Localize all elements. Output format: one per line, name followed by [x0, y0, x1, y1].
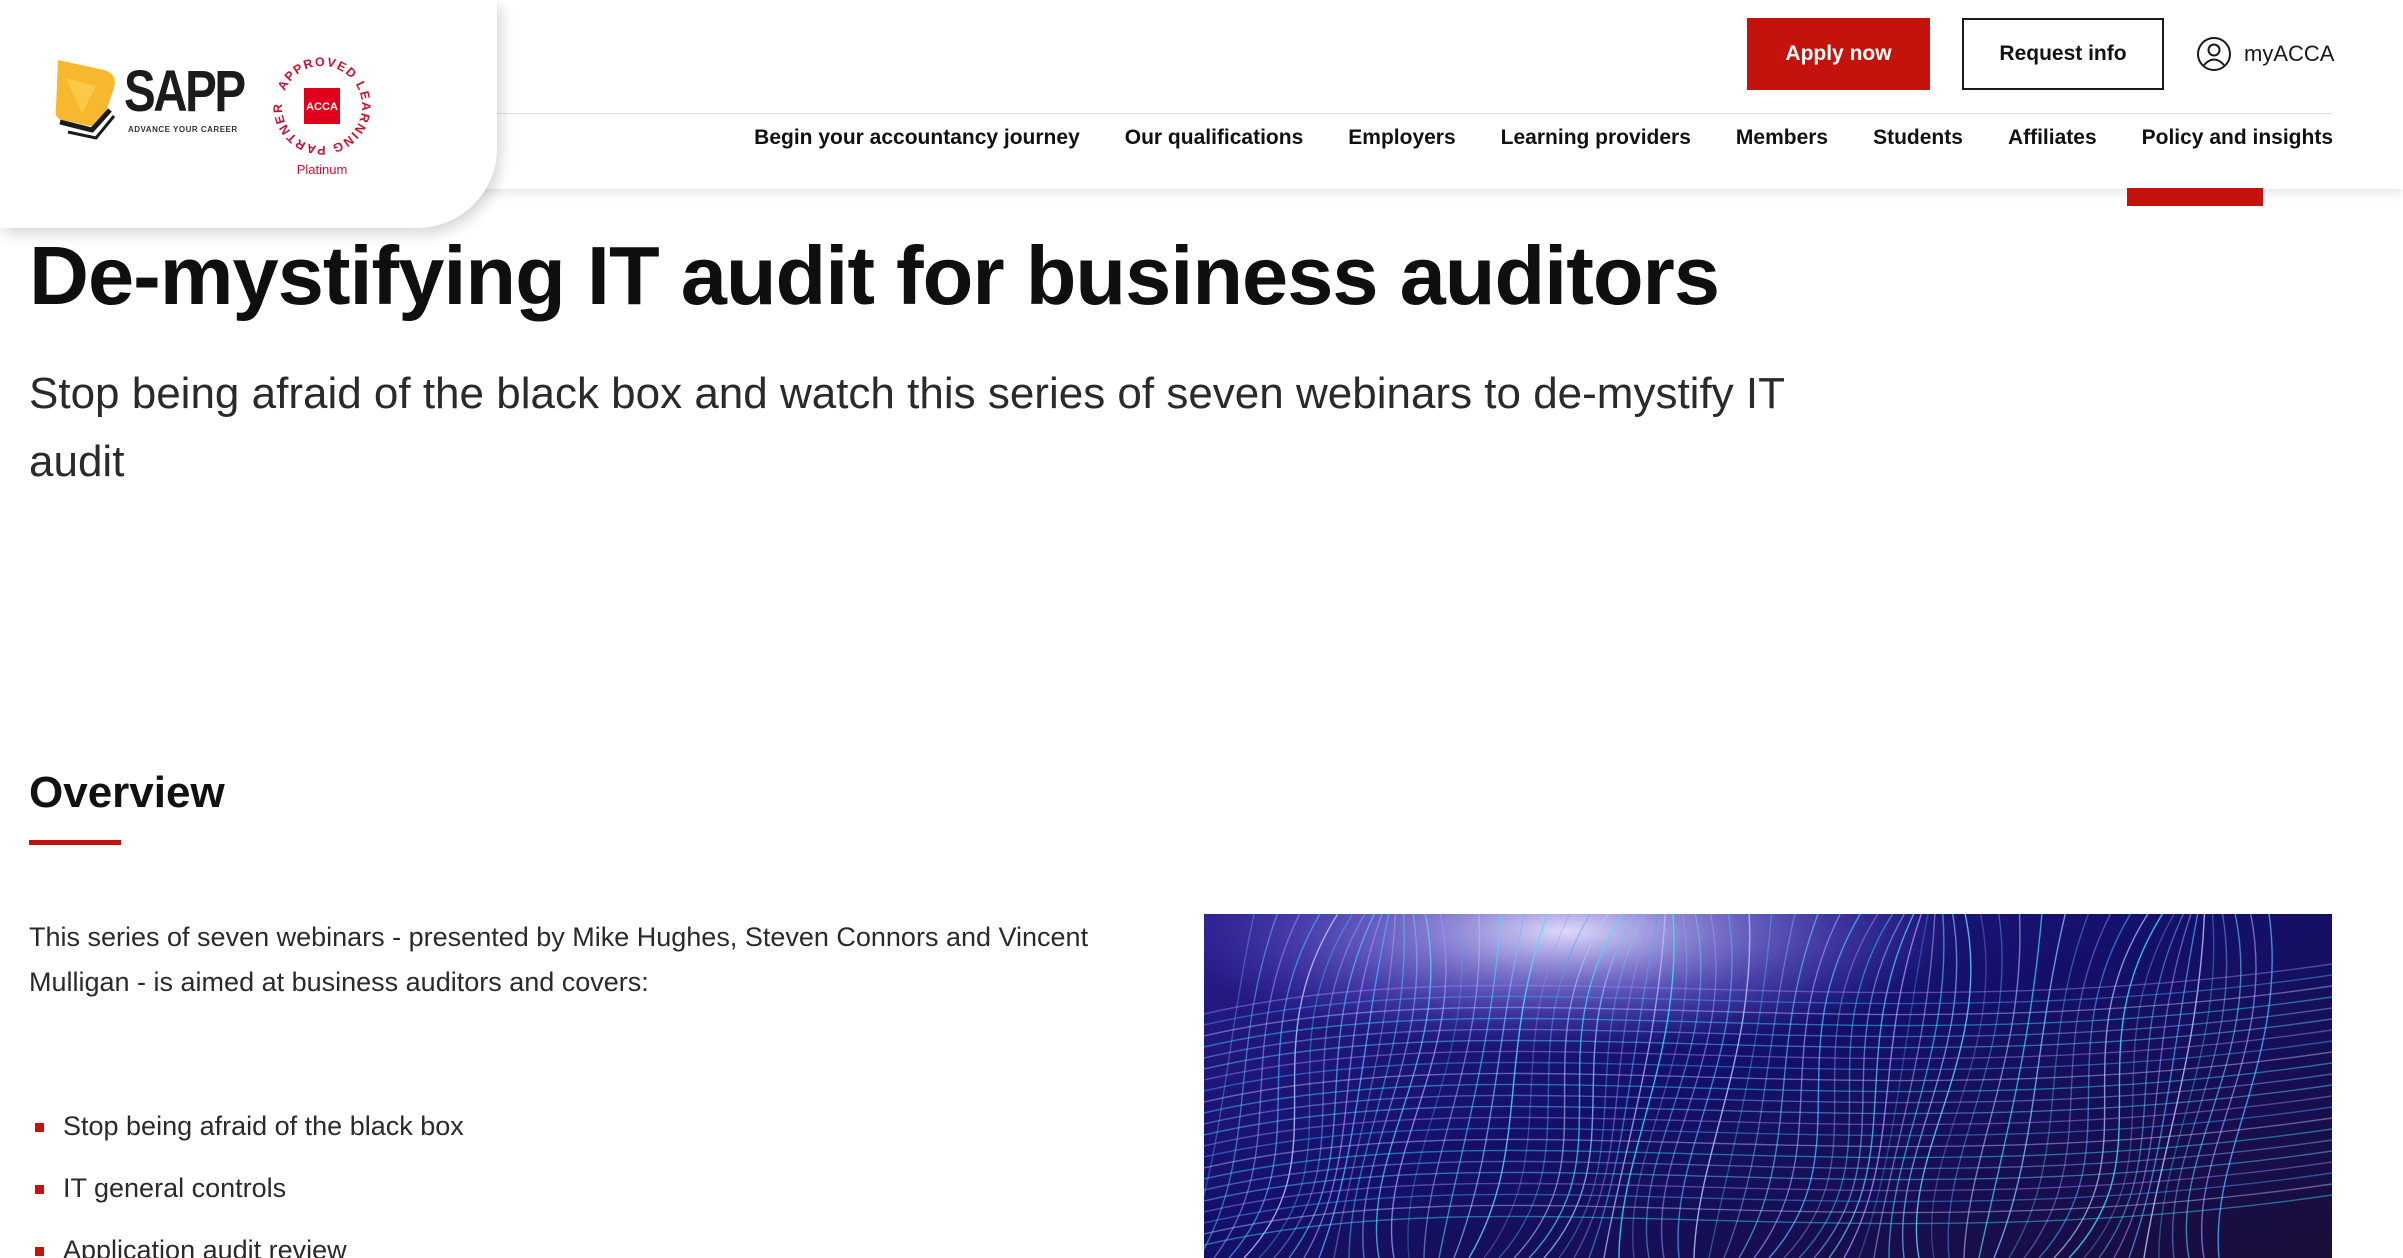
myacca-label: myACCA [2244, 41, 2335, 66]
myacca-link[interactable]: myACCA [2196, 34, 2334, 74]
apply-now-button[interactable]: Apply now [1747, 18, 1930, 90]
page-subtitle: Stop being afraid of the black box and w… [29, 369, 1785, 486]
header-divider [497, 113, 2333, 114]
nav-item-students[interactable]: Students [1873, 126, 1963, 150]
overview-heading: Overview [29, 768, 225, 817]
abstract-lines-graphic [1204, 914, 2332, 1258]
list-item-text: Stop being afraid of the black box [63, 1111, 464, 1141]
nav-item-employers[interactable]: Employers [1348, 126, 1455, 150]
list-item: IT general controls [29, 1157, 464, 1219]
active-nav-indicator [2127, 188, 2263, 206]
acca-badge-seal-icon: APPROVED LEARNING PARTNER ACCA [270, 54, 374, 158]
nav-item-begin-journey[interactable]: Begin your accountancy journey [754, 126, 1080, 150]
hero-image-abstract-lines [1204, 914, 2332, 1258]
list-item: Stop being afraid of the black box [29, 1095, 464, 1157]
square-bullet-icon [35, 1123, 44, 1132]
nav-item-policy-insights[interactable]: Policy and insights [2142, 126, 2333, 150]
user-circle-icon [2197, 37, 2231, 71]
sapp-tagline: ADVANCE YOUR CAREER [128, 125, 238, 134]
overview-underline [29, 840, 121, 845]
nav-item-learning-providers[interactable]: Learning providers [1501, 126, 1691, 150]
square-bullet-icon [35, 1247, 44, 1256]
square-bullet-icon [35, 1185, 44, 1194]
main-navigation: Begin your accountancy journey Our quali… [754, 126, 2333, 150]
nav-item-members[interactable]: Members [1736, 126, 1828, 150]
sapp-wordmark: SAPP [124, 59, 246, 124]
nav-item-qualifications[interactable]: Our qualifications [1125, 126, 1304, 150]
sapp-logo[interactable]: SAPP ADVANCE YOUR CAREER [52, 56, 246, 140]
page-title: De-mystifying IT audit for business audi… [29, 229, 1720, 322]
badge-tier-label: Platinum [296, 162, 348, 177]
nav-item-affiliates[interactable]: Affiliates [2008, 126, 2097, 150]
list-item-text: Application audit review [63, 1235, 347, 1258]
acca-partner-badge: APPROVED LEARNING PARTNER ACCA Platinum [266, 50, 378, 180]
svg-text:ACCA: ACCA [306, 101, 338, 113]
logo-card: SAPP ADVANCE YOUR CAREER APPROVED LEARNI… [0, 0, 497, 228]
request-info-button[interactable]: Request info [1962, 18, 2164, 90]
list-item: Application audit review [29, 1219, 464, 1258]
sapp-logo-mark-icon [55, 60, 116, 140]
topics-list: Stop being afraid of the black box IT ge… [29, 1095, 464, 1258]
list-item-text: IT general controls [63, 1173, 287, 1203]
overview-intro: This series of seven webinars - presente… [29, 922, 1089, 997]
